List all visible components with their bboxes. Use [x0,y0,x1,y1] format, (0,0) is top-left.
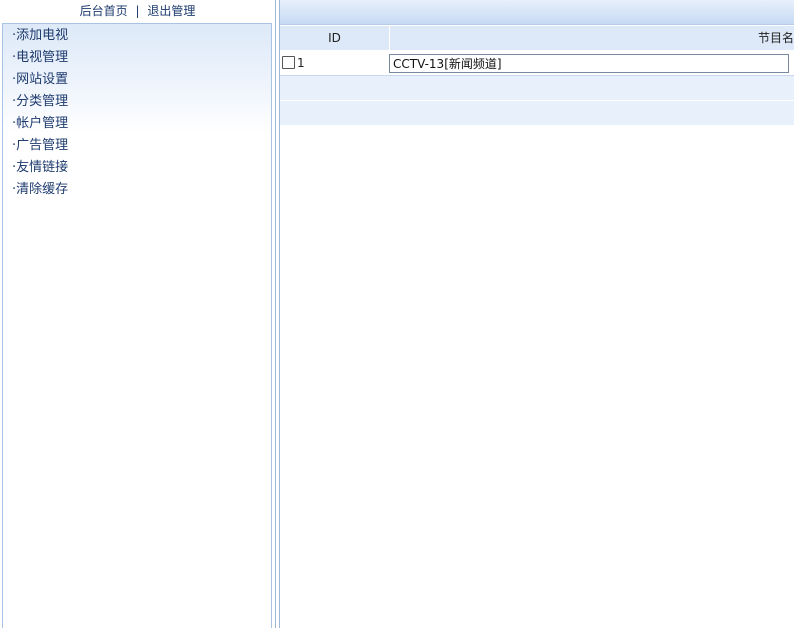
row-id: 1 [297,56,305,70]
tv-table: ID 节目名 1 [280,26,794,126]
column-header-name: 节目名 [757,31,794,45]
row-id-cell: 1 [280,51,389,75]
menu-list: ·添加电视 ·电视管理 ·网站设置 ·分类管理 ·帐户管理 ·广告管理 ·友情链… [3,24,271,201]
row-name-input[interactable] [389,54,789,73]
menu-item-tv-management[interactable]: ·电视管理 [12,47,271,69]
menu-item-ad-management[interactable]: ·广告管理 [12,135,271,157]
table-empty-row [280,76,794,101]
main-header-bar [280,0,794,25]
menu-item-site-settings[interactable]: ·网站设置 [12,69,271,91]
table-header-row: ID 节目名 [280,26,794,51]
table-row: 1 [280,51,794,76]
column-header-id: ID [280,26,390,50]
top-links-separator: | [135,4,140,18]
menu-item-add-tv[interactable]: ·添加电视 [12,25,271,47]
menu-item-category-management[interactable]: ·分类管理 [12,91,271,113]
admin-home-link[interactable]: 后台首页 [80,4,128,18]
table-empty-row [280,101,794,126]
menu-item-friend-links[interactable]: ·友情链接 [12,157,271,179]
main-content: ID 节目名 1 [280,0,794,628]
menu-panel: ·添加电视 ·电视管理 ·网站设置 ·分类管理 ·帐户管理 ·广告管理 ·友情链… [2,23,272,628]
menu-item-account-management[interactable]: ·帐户管理 [12,113,271,135]
sidebar: 后台首页 | 退出管理 ·添加电视 ·电视管理 ·网站设置 ·分类管理 ·帐户管… [0,0,275,628]
row-select-checkbox[interactable] [282,55,295,69]
menu-item-clear-cache[interactable]: ·清除缓存 [12,179,271,201]
logout-link[interactable]: 退出管理 [147,4,195,18]
top-links: 后台首页 | 退出管理 [0,0,275,22]
